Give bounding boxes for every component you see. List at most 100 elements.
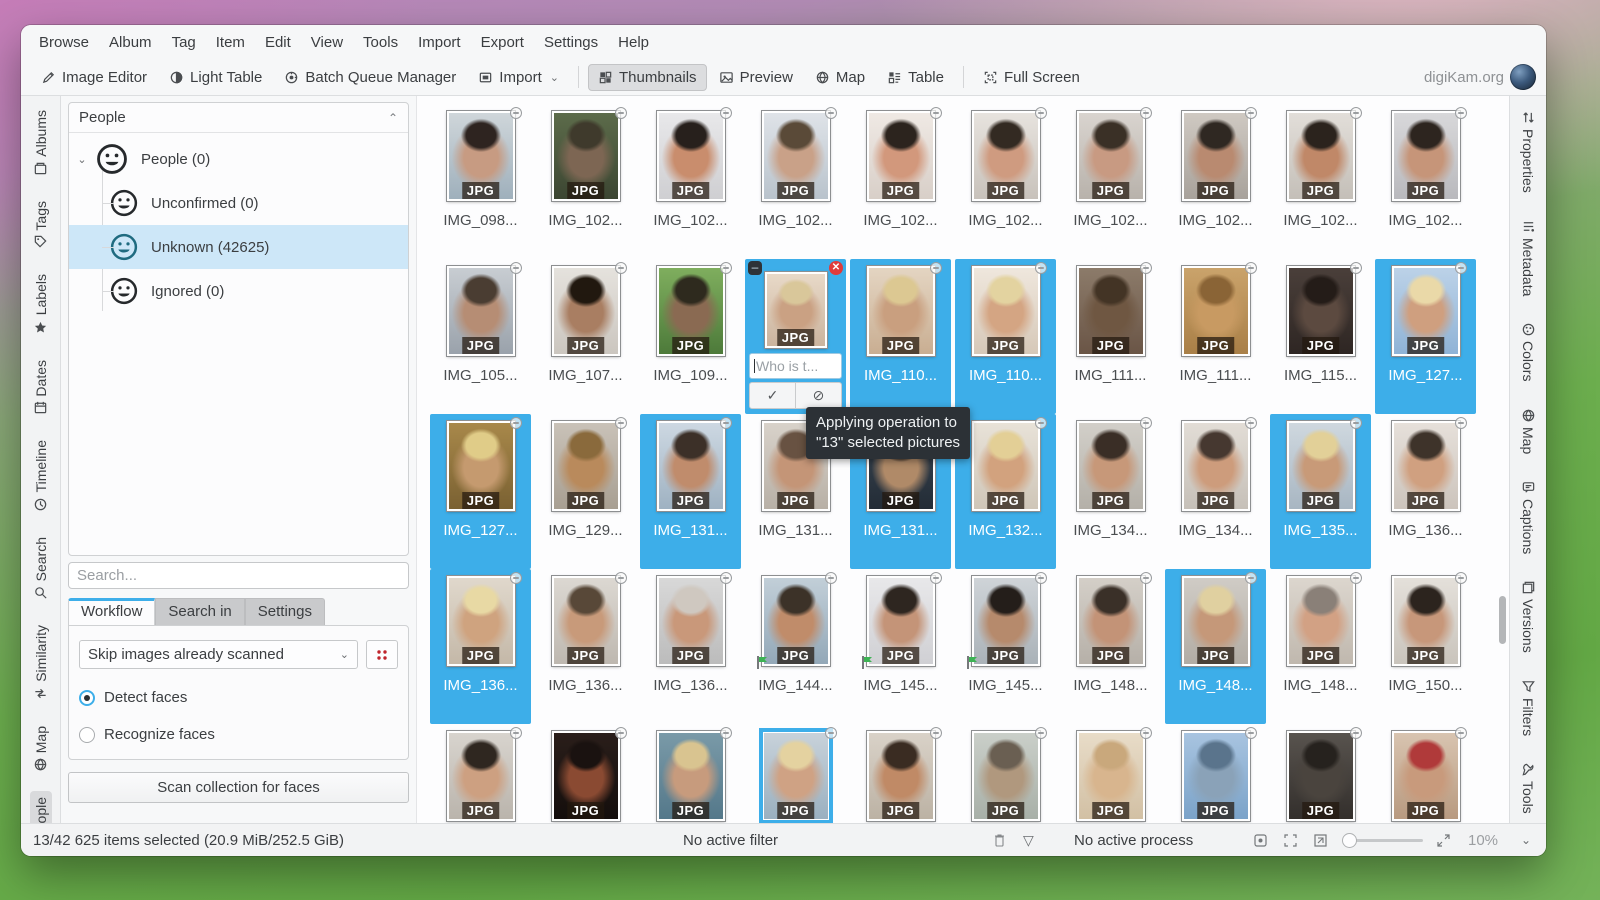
reject-face-button[interactable]: ⊘	[795, 383, 841, 408]
rotate-overlay-icon[interactable]	[1245, 417, 1257, 429]
sidebar-tab-labels[interactable]: Labels	[30, 268, 52, 340]
toolbar-light-table-button[interactable]: Light Table	[159, 64, 272, 91]
rotate-overlay-icon[interactable]	[825, 107, 837, 119]
thumbnail-item[interactable]: JPG	[1270, 724, 1371, 823]
rotate-overlay-icon[interactable]	[615, 262, 627, 274]
thumbnail-item[interactable]: JPG	[640, 724, 741, 823]
thumbnail-item[interactable]: JPGIMG_144...	[745, 569, 846, 724]
rotate-overlay-icon[interactable]	[1140, 417, 1152, 429]
rotate-overlay-icon[interactable]	[615, 417, 627, 429]
scrollbar-thumb[interactable]	[1499, 596, 1506, 644]
thumbnail-item[interactable]: JPGIMG_136...	[640, 569, 741, 724]
close-editor-icon[interactable]: ✕	[829, 261, 843, 275]
thumbnail-item[interactable]: JPGIMG_111...	[1165, 259, 1266, 414]
menu-edit[interactable]: Edit	[255, 30, 301, 55]
thumbnail-item[interactable]: JPGIMG_115...	[1270, 259, 1371, 414]
scan-options-button[interactable]	[366, 640, 398, 669]
thumbnail-item[interactable]: JPGIMG_148...	[1165, 569, 1266, 724]
confirm-face-button[interactable]: ✓	[750, 383, 795, 408]
sidebar-tab-similarity[interactable]: Similarity	[30, 619, 52, 707]
rotate-overlay-icon[interactable]	[1245, 572, 1257, 584]
thumbnail-item[interactable]: JPGIMG_105...	[430, 259, 531, 414]
thumbnail-item[interactable]: JPGIMG_107...	[535, 259, 636, 414]
menu-import[interactable]: Import	[408, 30, 471, 55]
sidebar-tab-colors[interactable]: Colors	[1517, 316, 1539, 387]
tab-search-in[interactable]: Search in	[155, 598, 244, 625]
fit-selection-icon[interactable]	[1313, 824, 1328, 856]
rotate-overlay-icon[interactable]	[1455, 262, 1467, 274]
sidebar-tab-tools[interactable]: Tools	[1517, 756, 1539, 820]
rotate-overlay-icon[interactable]	[1455, 572, 1467, 584]
thumbnail-item[interactable]: JPG	[430, 724, 531, 823]
rotate-overlay-icon[interactable]	[1245, 262, 1257, 274]
thumbnail-item[interactable]: JPGIMG_136...	[535, 569, 636, 724]
menu-settings[interactable]: Settings	[534, 30, 608, 55]
thumbnail-item[interactable]: JPG	[1375, 724, 1476, 823]
thumbnail-item[interactable]: JPGIMG_110...	[850, 259, 951, 414]
rotate-overlay-icon[interactable]	[1455, 727, 1467, 739]
filter-funnel-icon[interactable]: ▽	[1023, 824, 1034, 856]
thumbnail-item[interactable]: JPG	[535, 724, 636, 823]
rotate-overlay-icon[interactable]	[930, 107, 942, 119]
rotate-overlay-icon[interactable]	[720, 417, 732, 429]
thumbnail-item[interactable]: JPGIMG_145...	[850, 569, 951, 724]
thumbnail-item[interactable]: JPGIMG_102...	[955, 104, 1056, 259]
rotate-overlay-icon[interactable]	[720, 727, 732, 739]
sidebar-tab-map[interactable]: Map	[1517, 402, 1539, 460]
rotate-overlay-icon[interactable]	[1350, 262, 1362, 274]
rotate-overlay-icon[interactable]	[1140, 262, 1152, 274]
rotate-overlay-icon[interactable]	[720, 262, 732, 274]
thumbnail-item[interactable]: JPGIMG_132...	[955, 414, 1056, 569]
zoom-slider[interactable]	[1343, 824, 1423, 856]
rotate-overlay-icon[interactable]	[1140, 727, 1152, 739]
collapse-chevron-icon[interactable]: ⌃	[388, 111, 398, 125]
thumbnail-item[interactable]: JPGIMG_102...	[1375, 104, 1476, 259]
rotate-overlay-icon[interactable]	[930, 572, 942, 584]
menu-item[interactable]: Item	[206, 30, 255, 55]
sidebar-tab-map[interactable]: Map	[30, 720, 52, 778]
rotate-overlay-icon[interactable]	[1035, 262, 1047, 274]
tab-workflow[interactable]: Workflow	[68, 598, 155, 625]
toolbar-import-button[interactable]: Import⌄	[468, 64, 569, 91]
toolbar-image-editor-button[interactable]: Image Editor	[31, 64, 157, 91]
rotate-overlay-icon[interactable]	[1350, 417, 1362, 429]
sidebar-tab-albums[interactable]: Albums	[30, 104, 52, 182]
rotate-overlay-icon[interactable]	[825, 572, 837, 584]
toolbar-preview-button[interactable]: Preview	[709, 64, 803, 91]
scan-mode-dropdown[interactable]: Skip images already scanned ⌄	[79, 640, 358, 669]
vertical-scrollbar[interactable]	[1498, 96, 1507, 823]
trash-icon[interactable]	[993, 824, 1006, 856]
tree-item-ignored[interactable]: Ignored (0)	[69, 269, 408, 313]
thumbnail-item[interactable]: JPGIMG_150...	[1375, 569, 1476, 724]
rotate-overlay-icon[interactable]	[510, 262, 522, 274]
sidebar-tab-versions[interactable]: Versions	[1517, 574, 1539, 659]
expander-chevron-icon[interactable]: ⌄	[69, 153, 95, 166]
face-name-input[interactable]: Who is t...	[749, 353, 842, 379]
rotate-overlay-icon[interactable]	[1035, 107, 1047, 119]
zoom-fit-icon[interactable]	[1436, 824, 1451, 856]
rotate-overlay-icon[interactable]	[720, 107, 732, 119]
fit-window-icon[interactable]	[1253, 824, 1268, 856]
toolbar-thumbnails-button[interactable]: Thumbnails	[588, 64, 707, 91]
thumbnail-item[interactable]: JPGIMG_136...	[430, 569, 531, 724]
rotate-overlay-icon[interactable]	[1245, 107, 1257, 119]
thumbnail-item[interactable]: JPGIMG_129...	[535, 414, 636, 569]
thumbnail-item[interactable]: JPGIMG_098...	[430, 104, 531, 259]
thumbnail-item[interactable]: JPG	[745, 724, 846, 823]
thumbnail-item[interactable]: JPGIMG_102...	[850, 104, 951, 259]
radio-detect-faces[interactable]: Detect faces	[79, 689, 398, 706]
rotate-overlay-icon[interactable]	[1140, 572, 1152, 584]
thumbnail-item[interactable]: JPGIMG_136...	[1375, 414, 1476, 569]
rotate-overlay-icon[interactable]	[1350, 727, 1362, 739]
thumbnail-item[interactable]: JPGIMG_102...	[1165, 104, 1266, 259]
rotate-overlay-icon[interactable]	[1350, 107, 1362, 119]
thumbnail-item[interactable]: JPG	[1060, 724, 1161, 823]
toolbar-map-button[interactable]: Map	[805, 64, 875, 91]
rotate-overlay-icon[interactable]	[1245, 727, 1257, 739]
thumbnail-item[interactable]: JPG	[955, 724, 1056, 823]
face-tag-editor-tile[interactable]: JPG–✕Who is t...✓⊘	[745, 259, 846, 414]
sidebar-tab-captions[interactable]: Captions	[1517, 474, 1539, 560]
thumbnail-item[interactable]: JPGIMG_127...	[1375, 259, 1476, 414]
zoom-100-icon[interactable]	[1283, 824, 1298, 856]
sidebar-tab-filters[interactable]: Filters	[1517, 673, 1539, 742]
